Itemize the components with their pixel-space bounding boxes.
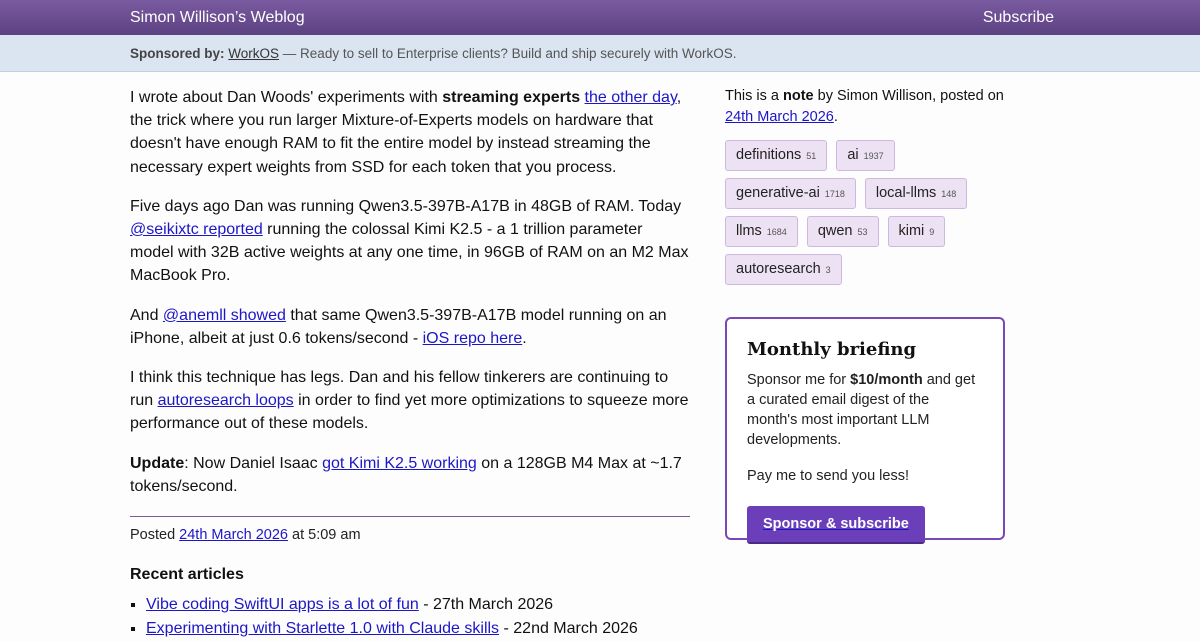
article-body: I wrote about Dan Woods' experiments wit… bbox=[130, 86, 690, 642]
site-title-link[interactable]: Simon Willison’s Weblog bbox=[130, 9, 305, 27]
link-anemll-showed[interactable]: @anemll showed bbox=[163, 307, 286, 324]
list-item: Experimenting with Starlette 1.0 with Cl… bbox=[146, 618, 690, 640]
list-item: Vibe coding SwiftUI apps is a lot of fun… bbox=[146, 594, 690, 616]
tag-generative-ai[interactable]: generative-ai 1718 bbox=[725, 178, 856, 209]
paragraph-4: I think this technique has legs. Dan and… bbox=[130, 369, 689, 433]
briefing-description: Sponsor me for $10/month and get a curat… bbox=[747, 372, 976, 448]
tag-count: 9 bbox=[929, 227, 935, 237]
tag-count: 1684 bbox=[766, 227, 787, 237]
recent-article-link[interactable]: Experimenting with Starlette 1.0 with Cl… bbox=[146, 620, 499, 637]
link-autoresearch-loops[interactable]: autoresearch loops bbox=[158, 392, 294, 409]
subscribe-link[interactable]: Subscribe bbox=[983, 9, 1054, 27]
tag-qwen[interactable]: qwen 53 bbox=[806, 216, 879, 247]
site-header: Simon Willison’s Weblog Subscribe bbox=[0, 0, 1200, 35]
tag-kimi[interactable]: kimi 9 bbox=[887, 216, 946, 247]
tag-count: 51 bbox=[806, 151, 817, 161]
briefing-price: $10/month bbox=[850, 372, 923, 388]
sponsor-banner: Sponsored by: WorkOS — Ready to sell to … bbox=[0, 35, 1200, 72]
sponsor-label: Sponsored by: bbox=[130, 46, 225, 61]
sidebar: This is a note by Simon Willison, posted… bbox=[725, 86, 1015, 544]
tag-definitions[interactable]: definitions 51 bbox=[725, 140, 828, 171]
sponsor-subscribe-button[interactable]: Sponsor & subscribe bbox=[747, 506, 925, 544]
tag-autoresearch[interactable]: autoresearch 3 bbox=[725, 254, 842, 285]
link-ios-repo[interactable]: iOS repo here bbox=[423, 330, 523, 347]
tag-count: 148 bbox=[941, 189, 957, 199]
tag-local-llms[interactable]: local-llms 148 bbox=[864, 178, 968, 209]
recent-articles-list: Vibe coding SwiftUI apps is a lot of fun… bbox=[130, 594, 690, 640]
tag-list: definitions 51 ai 1937 generative-ai 1718 l… bbox=[725, 140, 1015, 292]
briefing-tagline: Pay me to send you less! bbox=[747, 468, 909, 484]
note-meta: This is a note by Simon Willison, posted… bbox=[725, 88, 1004, 125]
tag-count: 1937 bbox=[863, 151, 884, 161]
paragraph-2: Five days ago Dan was running Qwen3.5-39… bbox=[130, 197, 689, 285]
tag-llms[interactable]: llms 1684 bbox=[725, 216, 798, 247]
posted-line: Posted 24th March 2026 at 5:09 am bbox=[130, 527, 361, 544]
sponsor-text: Sponsored by: WorkOS — Ready to sell to … bbox=[130, 46, 737, 61]
paragraph-1: I wrote about Dan Woods' experiments wit… bbox=[130, 89, 682, 176]
monthly-briefing-box: Monthly briefing Sponsor me for $10/mont… bbox=[725, 317, 1005, 544]
tag-count: 53 bbox=[857, 227, 868, 237]
article-divider bbox=[130, 516, 690, 518]
bold-streaming-experts: streaming experts bbox=[442, 89, 581, 106]
note-date-link[interactable]: 24th March 2026 bbox=[725, 109, 834, 125]
recent-article-link[interactable]: Vibe coding SwiftUI apps is a lot of fun bbox=[146, 596, 419, 613]
tag-count: 1718 bbox=[824, 189, 845, 199]
link-kimi-working[interactable]: got Kimi K2.5 working bbox=[322, 455, 477, 472]
paragraph-3: And @anemll showed that same Qwen3.5-397… bbox=[130, 306, 667, 347]
link-the-other-day[interactable]: the other day bbox=[585, 89, 677, 106]
posted-date-link[interactable]: 24th March 2026 bbox=[179, 527, 288, 543]
sponsor-tagline: — Ready to sell to Enterprise clients? B… bbox=[279, 46, 737, 61]
update-label: Update bbox=[130, 454, 185, 472]
briefing-title: Monthly briefing bbox=[747, 339, 917, 360]
tag-count: 3 bbox=[825, 265, 831, 275]
link-seikixtc-reported[interactable]: @seikixtc reported bbox=[130, 221, 263, 238]
tag-ai[interactable]: ai 1937 bbox=[836, 140, 895, 171]
paragraph-update: Update: Now Daniel Isaac got Kimi K2.5 w… bbox=[130, 454, 682, 495]
sponsor-link[interactable]: WorkOS bbox=[228, 46, 279, 61]
recent-articles-heading: Recent articles bbox=[130, 566, 244, 584]
